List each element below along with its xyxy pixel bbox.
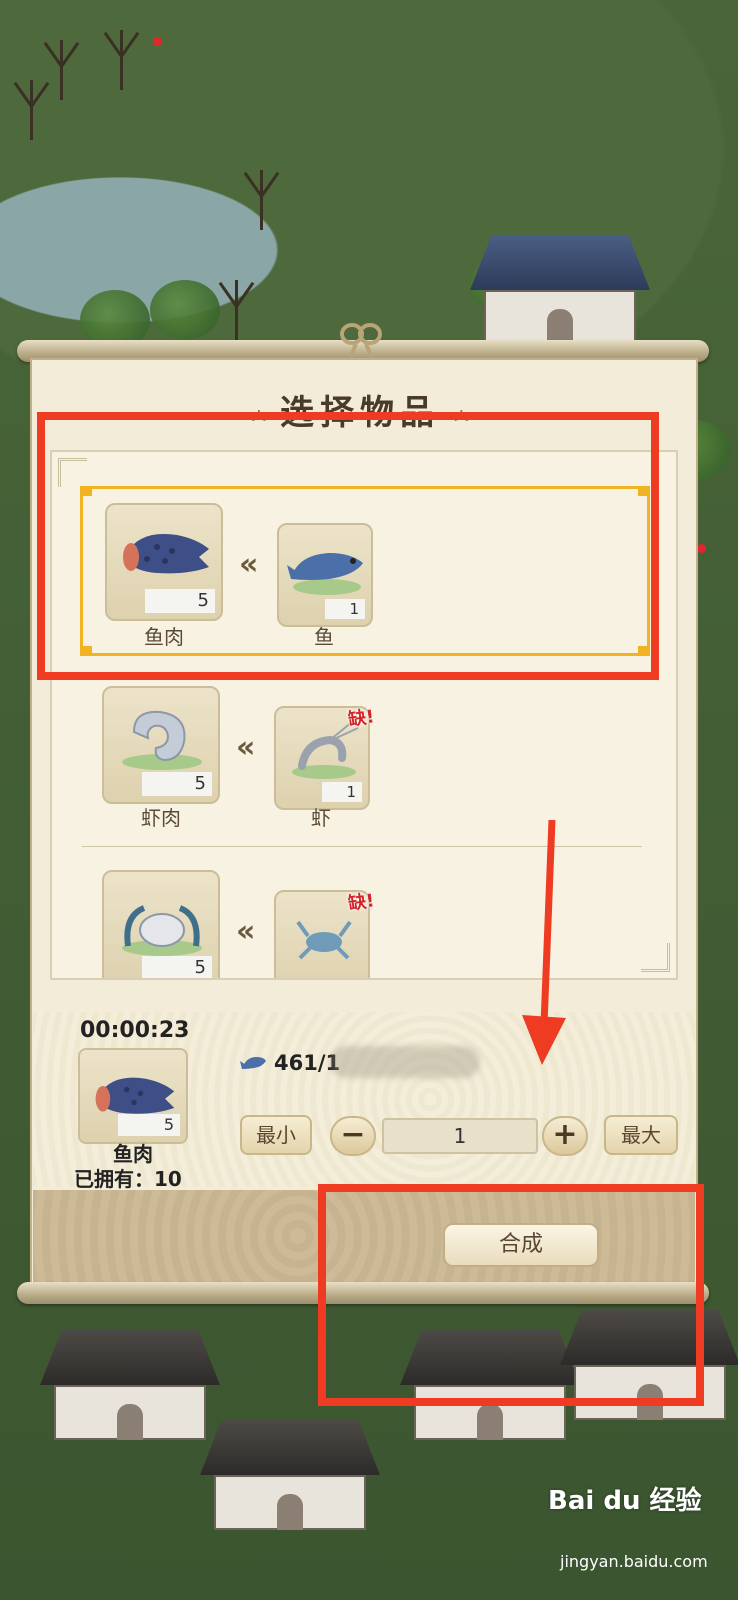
title-ornament-right: ㅅ (451, 405, 472, 430)
double-chevron-left-icon: « (236, 914, 256, 949)
building (200, 1420, 380, 1530)
title-ornament-left: ㅅ (248, 405, 269, 430)
recipe-list[interactable]: 5 鱼肉 « 1 鱼 5 虾肉 « 1 缺! 虾 5 « 缺! (50, 450, 678, 980)
bare-tree (260, 170, 263, 230)
notification-dot (697, 544, 706, 553)
fish-icon (287, 553, 363, 595)
notification-dot (153, 37, 162, 46)
ingredient-count: 1 (325, 599, 365, 619)
craft-timer: 00:00:23 (80, 1018, 190, 1043)
product-label: 鱼肉 (144, 625, 184, 649)
product-count: 5 (142, 956, 212, 978)
double-chevron-left-icon: « (239, 547, 259, 582)
tree (150, 280, 220, 340)
building (400, 1330, 580, 1440)
max-button[interactable]: 最大 (604, 1115, 678, 1155)
selected-item-count: 5 (118, 1114, 180, 1136)
product-slot[interactable]: 5 (105, 503, 223, 621)
double-chevron-left-icon: « (236, 730, 256, 765)
product-count: 5 (145, 589, 215, 613)
ingredient-label: 虾 (311, 806, 331, 830)
product-count: 5 (142, 772, 212, 796)
owned-count: 已拥有：10 (74, 1167, 182, 1191)
ingredient-count: 1 (322, 782, 362, 802)
missing-badge: 缺! (346, 890, 376, 915)
watermark-brand: Bai du 经验 (548, 1486, 702, 1516)
recipe-item-fish-meat[interactable]: 5 鱼肉 « 1 鱼 (80, 486, 650, 656)
bare-tree (30, 80, 33, 140)
product-slot[interactable]: 5 (102, 686, 220, 804)
minus-button[interactable]: − (330, 1116, 376, 1156)
fish-icon (240, 1057, 266, 1069)
panel-title-row: ㅅ 选择物品 ㅅ (60, 385, 660, 433)
building (560, 1310, 738, 1420)
annotation-arrow-icon (522, 820, 566, 1065)
bare-tree (235, 280, 238, 340)
building (470, 235, 650, 345)
missing-badge: 缺! (346, 706, 376, 731)
scroll-knot-icon (340, 323, 382, 359)
craft-button[interactable]: 合成 (443, 1223, 599, 1267)
building (40, 1330, 220, 1440)
product-label: 虾肉 (141, 806, 181, 830)
fish-fillet-icon (123, 533, 209, 574)
bare-tree (60, 40, 63, 100)
shrimp-meat-icon (122, 710, 202, 770)
blurred-text (330, 1046, 480, 1078)
watermark-url: jingyan.baidu.com (560, 1552, 708, 1571)
panel-title: 选择物品 (280, 393, 440, 433)
quantity-field[interactable]: 1 (382, 1118, 538, 1154)
bare-tree (120, 30, 123, 90)
scroll-rod-bottom (17, 1282, 709, 1304)
product-slot[interactable]: 5 (102, 870, 220, 978)
ingredient-label: 鱼 (314, 625, 334, 649)
ingredient-cost: 461/1 (240, 1048, 340, 1078)
frame-corner (58, 458, 87, 487)
crab-meat-icon (122, 905, 202, 956)
plus-button[interactable]: + (542, 1116, 588, 1156)
ingredient-slot[interactable]: 1 (277, 523, 373, 627)
selected-item-slot: 5 (78, 1048, 188, 1144)
min-button[interactable]: 最小 (240, 1115, 312, 1155)
